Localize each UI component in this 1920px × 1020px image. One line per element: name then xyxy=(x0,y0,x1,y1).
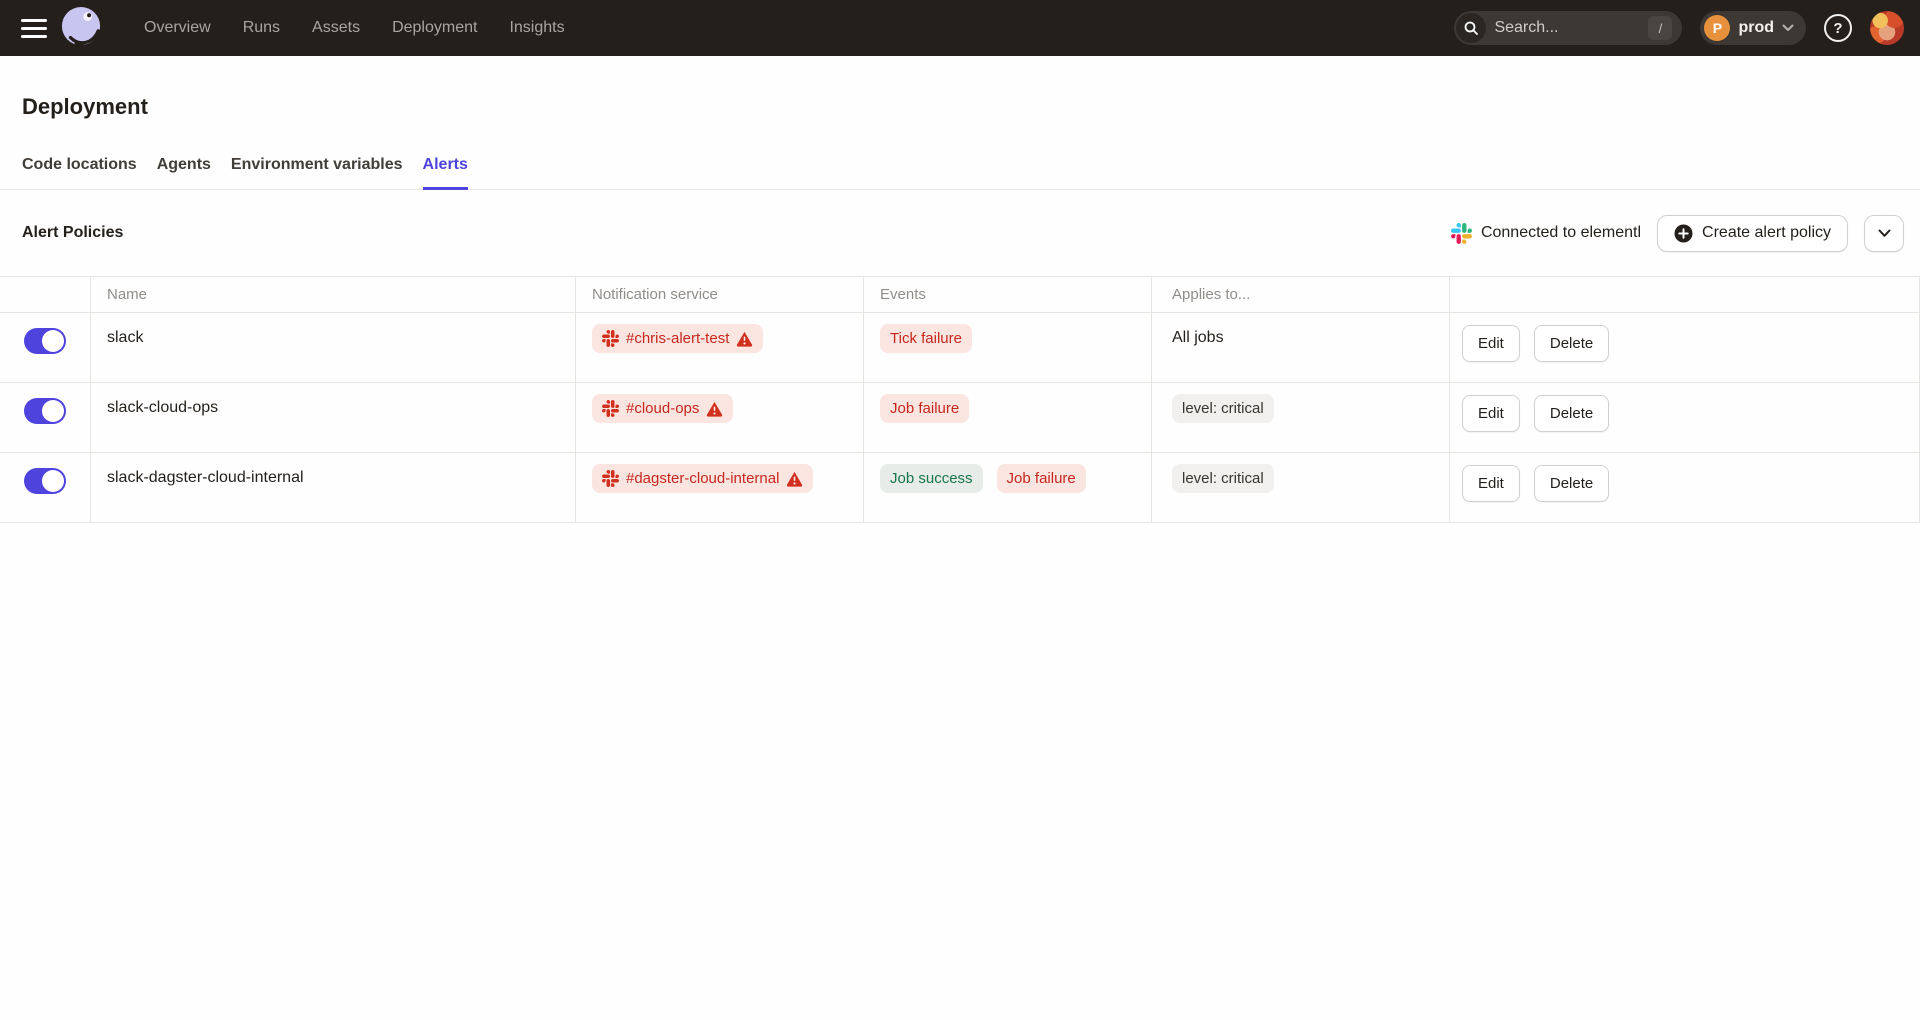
dagster-logo[interactable] xyxy=(60,5,104,51)
warning-icon xyxy=(736,330,753,347)
column-header-name: Name xyxy=(91,277,576,312)
nav-item-assets[interactable]: Assets xyxy=(312,19,360,36)
policy-name: slack-dagster-cloud-internal xyxy=(91,453,576,522)
nav-item-insights[interactable]: Insights xyxy=(509,19,564,36)
policy-name: slack-cloud-ops xyxy=(91,383,576,452)
table-row: slack xyxy=(0,313,1919,383)
events-cell: Job failure xyxy=(864,383,1152,452)
edit-button[interactable]: Edit xyxy=(1462,395,1520,432)
applies-to-value: level: critical xyxy=(1172,464,1274,493)
event-badge: Tick failure xyxy=(880,324,972,353)
column-header-events: Events xyxy=(864,277,1152,312)
warning-icon xyxy=(786,470,803,487)
events-cell: Job success Job failure xyxy=(864,453,1152,522)
column-header-applies-to: Applies to... xyxy=(1152,277,1450,312)
tab-code-locations[interactable]: Code locations xyxy=(22,154,137,190)
notification-channel: #dagster-cloud-internal xyxy=(626,469,779,488)
delete-button[interactable]: Delete xyxy=(1534,325,1609,362)
deployment-tabs: Code locations Agents Environment variable… xyxy=(0,154,1920,190)
edit-button[interactable]: Edit xyxy=(1462,465,1520,502)
tab-environment-variables[interactable]: Environment variables xyxy=(231,154,403,190)
search-shortcut-key: / xyxy=(1648,16,1672,40)
event-badge: Job success xyxy=(880,464,983,493)
edit-button[interactable]: Edit xyxy=(1462,325,1520,362)
policy-enabled-toggle[interactable] xyxy=(24,398,66,424)
main-nav-links: Overview Runs Assets Deployment Insights xyxy=(144,19,565,37)
applies-to-cell: level: critical xyxy=(1152,453,1450,522)
deployment-switcher[interactable]: P prod xyxy=(1700,11,1806,45)
applies-to-cell: All jobs xyxy=(1152,313,1450,382)
notification-channel: #cloud-ops xyxy=(626,399,699,418)
main-content: Deployment Code locations Agents Environme… xyxy=(0,94,1920,523)
user-avatar[interactable] xyxy=(1870,11,1904,45)
notification-channel: #chris-alert-test xyxy=(626,329,729,348)
tab-alerts[interactable]: Alerts xyxy=(423,154,468,190)
slack-connected-status: Connected to elementl xyxy=(1451,223,1641,244)
applies-to-value: All jobs xyxy=(1172,329,1224,347)
create-alert-policy-button[interactable]: Create alert policy xyxy=(1657,215,1848,252)
table-row: slack-dagster-cloud-internal xyxy=(0,453,1919,523)
delete-button[interactable]: Delete xyxy=(1534,395,1609,432)
slack-icon xyxy=(602,470,619,487)
toggle-column-header xyxy=(0,277,91,312)
more-actions-button[interactable] xyxy=(1864,215,1904,252)
event-badge: Job failure xyxy=(880,394,969,423)
top-nav: Overview Runs Assets Deployment Insights / P… xyxy=(0,0,1920,56)
event-badge: Job failure xyxy=(997,464,1086,493)
warning-icon xyxy=(706,400,723,417)
alert-policies-rows: slack xyxy=(0,313,1919,523)
plus-circle-icon xyxy=(1674,224,1693,243)
nav-item-runs[interactable]: Runs xyxy=(243,19,280,36)
help-icon[interactable]: ? xyxy=(1824,14,1852,42)
alert-policies-table: Name Notification service Events Applies… xyxy=(0,276,1920,523)
connected-text: Connected to elementl xyxy=(1481,224,1641,242)
tab-agents[interactable]: Agents xyxy=(157,154,211,190)
nav-item-deployment[interactable]: Deployment xyxy=(392,19,477,36)
policy-enabled-toggle[interactable] xyxy=(24,468,66,494)
actions-column-header xyxy=(1450,277,1919,312)
hamburger-icon[interactable] xyxy=(14,8,54,48)
deployment-switcher-label: prod xyxy=(1738,19,1774,37)
nav-item-overview[interactable]: Overview xyxy=(144,19,211,36)
search-icon xyxy=(1456,13,1486,43)
slack-icon xyxy=(602,400,619,417)
policy-enabled-toggle[interactable] xyxy=(24,328,66,354)
slack-icon xyxy=(602,330,619,347)
search-input[interactable] xyxy=(1486,19,1648,37)
create-alert-policy-label: Create alert policy xyxy=(1702,224,1831,242)
search-box[interactable]: / xyxy=(1454,11,1682,45)
deployment-avatar: P xyxy=(1704,15,1730,41)
applies-to-value: level: critical xyxy=(1172,394,1274,423)
chevron-down-icon xyxy=(1782,24,1794,32)
chevron-down-icon xyxy=(1878,229,1891,238)
alert-policies-bar: Alert Policies Connected to elementl xyxy=(0,190,1920,276)
actions-cell: Edit Delete xyxy=(1450,383,1919,452)
delete-button[interactable]: Delete xyxy=(1534,465,1609,502)
slack-icon xyxy=(1451,223,1472,244)
table-row: slack-cloud-ops xyxy=(0,383,1919,453)
notification-service-badge: #dagster-cloud-internal xyxy=(592,464,813,493)
column-header-notification-service: Notification service xyxy=(576,277,864,312)
notification-service-badge: #cloud-ops xyxy=(592,394,733,423)
events-cell: Tick failure xyxy=(864,313,1152,382)
notification-service-badge: #chris-alert-test xyxy=(592,324,763,353)
table-header-row: Name Notification service Events Applies… xyxy=(0,277,1919,313)
page-title: Deployment xyxy=(22,94,1920,120)
actions-cell: Edit Delete xyxy=(1450,453,1919,522)
applies-to-cell: level: critical xyxy=(1152,383,1450,452)
alert-policies-heading: Alert Policies xyxy=(22,224,123,242)
policy-name: slack xyxy=(91,313,576,382)
actions-cell: Edit Delete xyxy=(1450,313,1919,382)
